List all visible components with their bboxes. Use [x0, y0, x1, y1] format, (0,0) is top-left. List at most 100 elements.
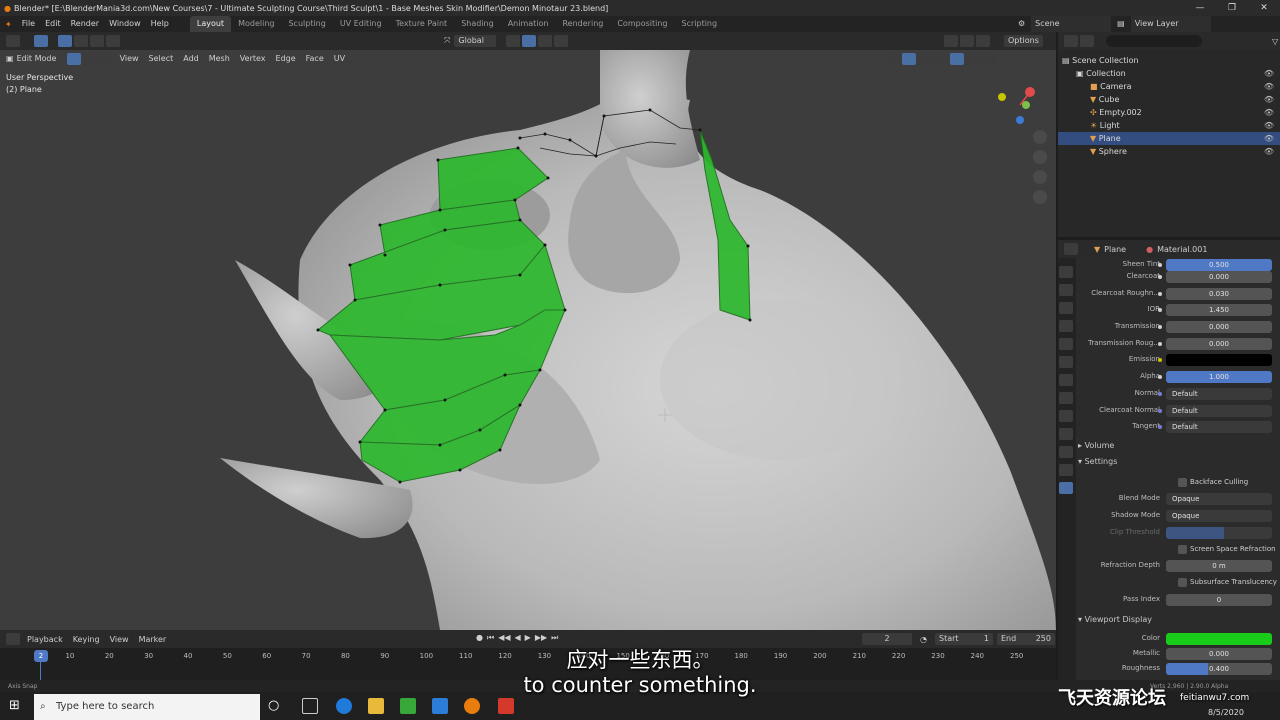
- eye-icon[interactable]: 👁: [1264, 145, 1274, 158]
- refraction-depth-field[interactable]: 0 m: [1166, 560, 1272, 572]
- filter-icon[interactable]: ▽: [1272, 37, 1278, 46]
- menu-edit[interactable]: Edit: [40, 16, 66, 32]
- menu-uv[interactable]: UV: [329, 54, 350, 63]
- eye-icon[interactable]: 👁: [1264, 67, 1274, 80]
- proportional-edit-icon[interactable]: [554, 35, 569, 47]
- menu-window[interactable]: Window: [104, 16, 146, 32]
- viewport-display-section[interactable]: ▾ Viewport Display: [1078, 615, 1152, 624]
- outliner-item-plane[interactable]: ▼ Plane 👁: [1058, 132, 1280, 145]
- eye-icon[interactable]: 👁: [1264, 80, 1274, 93]
- menu-file[interactable]: File: [17, 16, 40, 32]
- workspace-tab-compositing[interactable]: Compositing: [610, 16, 674, 32]
- timeline-menu-marker[interactable]: Marker: [134, 635, 172, 644]
- select-intersect-icon[interactable]: [106, 35, 120, 47]
- options-dropdown[interactable]: Options: [1004, 35, 1043, 47]
- clock-icon[interactable]: ◔: [920, 635, 927, 644]
- workspace-tab-modeling[interactable]: Modeling: [231, 16, 281, 32]
- outliner-scene-collection[interactable]: ▤ Scene Collection: [1058, 54, 1280, 67]
- clearcoat-field[interactable]: 0.000: [1166, 271, 1272, 283]
- menu-mesh[interactable]: Mesh: [204, 54, 235, 63]
- blend-mode-dropdown[interactable]: Opaque: [1166, 493, 1272, 505]
- outliner-item-empty[interactable]: ✣ Empty.002 👁: [1058, 106, 1280, 119]
- task-switcher-icon[interactable]: [302, 698, 318, 714]
- file-explorer-icon[interactable]: [368, 698, 384, 714]
- face-select-icon[interactable]: [98, 52, 113, 65]
- mirror-x-icon[interactable]: [944, 35, 958, 47]
- timeline-menu-playback[interactable]: Playback: [22, 635, 68, 644]
- edge-select-icon[interactable]: [82, 52, 97, 65]
- mirror-y-icon[interactable]: [960, 35, 974, 47]
- ior-field[interactable]: 1.450: [1166, 304, 1272, 316]
- outliner-item-sphere[interactable]: ▼ Sphere 👁: [1058, 145, 1280, 158]
- menu-view[interactable]: View: [115, 54, 144, 63]
- select-tool-icon[interactable]: [34, 35, 48, 47]
- alpha-field[interactable]: 1.000: [1166, 371, 1272, 383]
- eye-icon[interactable]: 👁: [1264, 132, 1274, 145]
- play-reverse-icon[interactable]: ◀: [515, 633, 521, 643]
- menu-select[interactable]: Select: [144, 54, 179, 63]
- transmission-field[interactable]: 0.000: [1166, 321, 1272, 333]
- task-view-icon[interactable]: ○: [268, 698, 279, 713]
- taskbar-search-box[interactable]: ⌕ Type here to search: [34, 694, 260, 720]
- properties-editor-icon[interactable]: [1064, 243, 1078, 255]
- menu-vertex[interactable]: Vertex: [235, 54, 271, 63]
- timeline-menu-keying[interactable]: Keying: [68, 635, 105, 644]
- eye-icon[interactable]: 👁: [1264, 93, 1274, 106]
- select-extend-icon[interactable]: [74, 35, 88, 47]
- pass-index-field[interactable]: 0: [1166, 594, 1272, 606]
- play-icon[interactable]: ▶: [525, 633, 531, 643]
- tangent-field[interactable]: Default: [1166, 421, 1272, 433]
- workspace-tab-uv-editing[interactable]: UV Editing: [333, 16, 389, 32]
- outliner-collection[interactable]: ▣ Collection 👁: [1058, 67, 1280, 80]
- vertex-select-icon[interactable]: [66, 52, 81, 65]
- backface-culling-checkbox[interactable]: [1178, 478, 1187, 487]
- menu-render[interactable]: Render: [66, 16, 104, 32]
- clearcoat-roughness-field[interactable]: 0.030: [1166, 288, 1272, 300]
- workspace-tab-rendering[interactable]: Rendering: [555, 16, 610, 32]
- editor-type-icon[interactable]: [6, 35, 20, 47]
- gizmo-toggle-icon[interactable]: [886, 53, 900, 65]
- menu-edge[interactable]: Edge: [271, 54, 301, 63]
- shadow-mode-dropdown[interactable]: Opaque: [1166, 510, 1272, 522]
- transform-orientation-dropdown[interactable]: Global: [454, 35, 497, 47]
- outliner-item-cube[interactable]: ▼ Cube 👁: [1058, 93, 1280, 106]
- eye-icon[interactable]: 👁: [1264, 119, 1274, 132]
- recorder-icon[interactable]: [498, 698, 514, 714]
- shading-wireframe-icon[interactable]: [934, 53, 948, 65]
- select-box-mode-icon[interactable]: [58, 35, 72, 47]
- workspace-tab-sculpting[interactable]: Sculpting: [281, 16, 332, 32]
- workspace-tab-shading[interactable]: Shading: [454, 16, 501, 32]
- workspace-tab-scripting[interactable]: Scripting: [675, 16, 725, 32]
- menu-face[interactable]: Face: [301, 54, 329, 63]
- snap-target-icon[interactable]: [538, 35, 553, 47]
- menu-add[interactable]: Add: [178, 54, 204, 63]
- snap-icon[interactable]: [522, 35, 537, 47]
- 3d-viewport[interactable]: User Perspective (2) Plane: [0, 50, 1056, 630]
- pivot-point-icon[interactable]: [506, 35, 521, 47]
- outliner-search-field[interactable]: [1106, 35, 1202, 47]
- select-subtract-icon[interactable]: [90, 35, 104, 47]
- menu-help[interactable]: Help: [146, 16, 174, 32]
- minimize-button[interactable]: —: [1184, 0, 1216, 16]
- outliner-item-camera[interactable]: ■ Camera 👁: [1058, 80, 1280, 93]
- close-button[interactable]: ✕: [1248, 0, 1280, 16]
- jump-end-icon[interactable]: ⏭: [551, 633, 558, 643]
- next-keyframe-icon[interactable]: ▶▶: [535, 633, 547, 643]
- mode-dropdown[interactable]: Edit Mode: [17, 53, 67, 65]
- timeline-menu-view[interactable]: View: [105, 635, 134, 644]
- xray-toggle-icon[interactable]: [918, 53, 932, 65]
- subsurface-translucency-checkbox[interactable]: [1178, 578, 1187, 587]
- edge-browser-icon[interactable]: [336, 698, 352, 714]
- eye-icon[interactable]: 👁: [1264, 106, 1274, 119]
- scene-selector[interactable]: Scene: [1031, 16, 1112, 32]
- outliner-item-light[interactable]: ☀ Light 👁: [1058, 119, 1280, 132]
- blender-taskbar-icon[interactable]: [464, 698, 480, 714]
- shading-material-icon[interactable]: [966, 53, 980, 65]
- photos-icon[interactable]: [432, 698, 448, 714]
- normal-field[interactable]: Default: [1166, 388, 1272, 400]
- windows-start-icon[interactable]: ⊞: [9, 698, 20, 713]
- prev-keyframe-icon[interactable]: ◀◀: [498, 633, 510, 643]
- record-icon[interactable]: ●: [476, 633, 483, 643]
- workspace-tab-texture-paint[interactable]: Texture Paint: [389, 16, 455, 32]
- transmission-roughness-field[interactable]: 0.000: [1166, 338, 1272, 350]
